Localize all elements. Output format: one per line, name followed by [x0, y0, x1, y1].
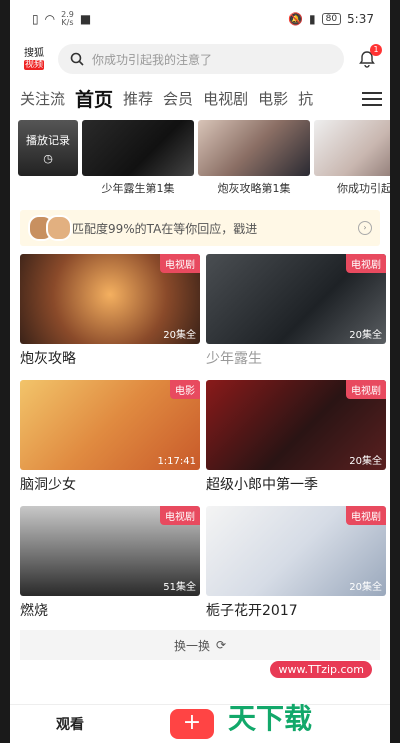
refresh-icon: ⟳ — [215, 638, 227, 652]
video-thumbnail: 电视剧 20集全 — [206, 506, 386, 596]
tab-vip[interactable]: 会员 — [163, 88, 193, 109]
logo-text: 搜狐 — [24, 47, 44, 59]
history-title: 你成功引起我 — [337, 182, 390, 195]
avatar — [46, 215, 72, 241]
episode-count: 20集全 — [349, 330, 382, 341]
watch-history: 播放记录 ◷ 少年露生第1集 炮灰攻略第1集 你成功引起我 — [10, 120, 390, 200]
video-title: 脑洞少女 — [20, 477, 76, 493]
video-card[interactable]: 电视剧 20集全 栀子花开2017 — [206, 506, 386, 626]
menu-icon[interactable] — [362, 88, 382, 110]
episode-count: 51集全 — [163, 582, 196, 593]
watch-tab[interactable]: 观看 — [10, 714, 130, 734]
match-banner-text: 匹配度99%的TA在等你回应，戳进 — [72, 221, 258, 236]
channel-tabs: 关注流 首页 推荐 会员 电视剧 电影 抗 — [10, 80, 390, 116]
search-icon — [70, 52, 84, 66]
app-logo[interactable]: 搜狐 视频 — [20, 48, 48, 71]
category-tag: 电视剧 — [160, 254, 200, 273]
category-tag: 电视剧 — [346, 506, 386, 525]
category-tag: 电视剧 — [346, 254, 386, 273]
clock-icon: ◷ — [43, 151, 53, 165]
tab-home[interactable]: 首页 — [75, 85, 113, 112]
tab-tv[interactable]: 电视剧 — [203, 88, 248, 109]
search-input[interactable]: 你成功引起我的注意了 — [58, 44, 344, 74]
refresh-label: 换一换 — [173, 638, 210, 653]
video-title: 少年露生 — [206, 351, 262, 367]
search-placeholder: 你成功引起我的注意了 — [92, 52, 213, 67]
video-title: 栀子花开2017 — [206, 603, 298, 619]
category-tag: 电视剧 — [346, 380, 386, 399]
logo-badge: 视频 — [23, 59, 44, 70]
play-record-button[interactable]: 播放记录 ◷ — [18, 120, 78, 176]
history-thumbnail — [198, 120, 310, 176]
video-card[interactable]: 电视剧 20集全 超级小郎中第一季 — [206, 380, 386, 500]
notification-button[interactable]: 1 — [354, 44, 382, 72]
history-thumbnail — [314, 120, 390, 176]
video-thumbnail: 电视剧 20集全 — [206, 254, 386, 344]
episode-count: 20集全 — [163, 330, 196, 341]
signal-icon: ▮ — [308, 12, 316, 26]
history-title: 少年露生第1集 — [101, 182, 175, 195]
history-thumbnail — [82, 120, 194, 176]
sim-icon: ▯ — [32, 12, 39, 26]
category-tag: 电影 — [170, 380, 200, 399]
tab-follow[interactable]: 关注流 — [20, 88, 65, 109]
content-grid: 电视剧 20集全 炮灰攻略 电视剧 20集全 少年露生 电影 1:17:41 脑… — [10, 254, 390, 626]
video-card[interactable]: 电视剧 20集全 炮灰攻略 — [20, 254, 200, 374]
history-item[interactable]: 你成功引起我 — [314, 120, 390, 200]
create-button[interactable]: + — [170, 709, 214, 739]
net-speed-unit: K/s — [61, 18, 74, 27]
clock: 5:37 — [347, 12, 374, 26]
mute-icon: 🔕 — [288, 12, 303, 26]
video-card[interactable]: 电影 1:17:41 脑洞少女 — [20, 380, 200, 500]
episode-count: 20集全 — [349, 456, 382, 467]
network-speed: 2.9 K/s — [61, 11, 74, 27]
video-thumbnail: 电影 1:17:41 — [20, 380, 200, 470]
video-thumbnail: 电视剧 51集全 — [20, 506, 200, 596]
watermark-text: 天下载 — [228, 702, 313, 735]
notification-dot-icon: ■ — [79, 12, 92, 26]
video-thumbnail: 电视剧 20集全 — [206, 380, 386, 470]
history-item[interactable]: 炮灰攻略第1集 — [198, 120, 310, 200]
video-card[interactable]: 电视剧 20集全 少年露生 — [206, 254, 386, 374]
video-title: 炮灰攻略 — [20, 351, 76, 367]
history-item[interactable]: 少年露生第1集 — [82, 120, 194, 200]
watermark: www.TTzip.com 天下载 — [218, 653, 388, 743]
play-record-label: 播放记录 — [26, 133, 70, 147]
tab-partial[interactable]: 抗 — [298, 88, 313, 109]
match-banner[interactable]: 匹配度99%的TA在等你回应，戳进 › — [20, 210, 380, 246]
episode-count: 20集全 — [349, 582, 382, 593]
battery-icon: 80 — [321, 13, 342, 25]
video-card[interactable]: 电视剧 51集全 燃烧 — [20, 506, 200, 626]
video-title: 超级小郎中第一季 — [206, 477, 318, 493]
video-thumbnail: 电视剧 20集全 — [20, 254, 200, 344]
wifi-icon: ◠ — [44, 12, 56, 26]
avatar-group — [28, 215, 72, 241]
history-title: 炮灰攻略第1集 — [217, 182, 291, 195]
category-tag: 电视剧 — [160, 506, 200, 525]
top-header: 搜狐 视频 你成功引起我的注意了 1 — [10, 38, 390, 80]
duration: 1:17:41 — [157, 456, 196, 467]
status-bar: ▯ ◠ 2.9 K/s ■ 🔕 ▮ 80 5:37 — [10, 0, 390, 38]
tab-recommend[interactable]: 推荐 — [123, 88, 153, 109]
notification-badge: 1 — [370, 44, 382, 56]
tab-movie[interactable]: 电影 — [258, 88, 288, 109]
video-title: 燃烧 — [20, 603, 48, 619]
watermark-url: www.TTzip.com — [270, 661, 372, 678]
app-screen: ▯ ◠ 2.9 K/s ■ 🔕 ▮ 80 5:37 搜狐 视频 你成功引起我的注… — [10, 0, 390, 743]
chevron-right-icon: › — [358, 221, 372, 235]
